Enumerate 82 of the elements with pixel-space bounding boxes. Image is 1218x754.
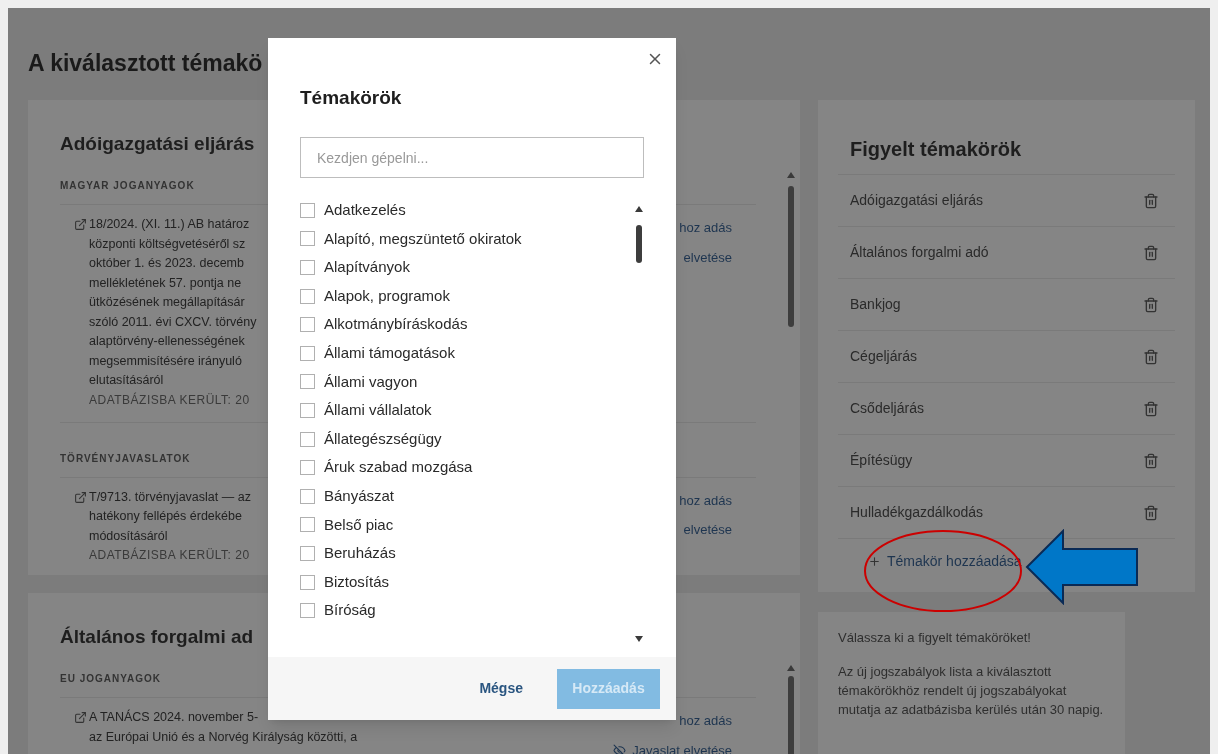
info-text: Az új jogszabályok lista a kiválasztott témakörökhöz rendelt új jogszabályokat mutatja az adatbázisba kerülés után 30 napig.	[838, 662, 1105, 719]
added-date: ADATBÁZISBA KERÜLT: 20	[89, 546, 250, 564]
checkbox[interactable]	[300, 517, 315, 533]
document-title: október 1. és 2023. decemb	[89, 255, 244, 272]
scrollbar-thumb[interactable]	[636, 224, 642, 263]
delete-button[interactable]	[1143, 244, 1159, 261]
topic-option[interactable]: Adatkezelés	[300, 196, 406, 225]
checkbox[interactable]	[300, 431, 315, 447]
document-title: hatékony fellépés érdekébe	[89, 508, 242, 525]
document-title: mellékletének 57. pontja ne	[89, 274, 242, 292]
topic-option[interactable]: Állami támogatások	[300, 338, 455, 368]
topic-option[interactable]: Biztosítás	[300, 567, 390, 597]
section-label: TÖRVÉNYJAVASLATOK	[60, 452, 191, 464]
topic-name: Adóigazgatási eljárás	[850, 191, 984, 210]
document-title: módosításáról	[89, 527, 168, 545]
topic-option[interactable]: Állategészségügy	[300, 424, 442, 454]
delete-button[interactable]	[1143, 348, 1159, 365]
cancel-button[interactable]: Mégse	[479, 678, 523, 699]
section-label: MAGYAR JOGANYAGOK	[60, 180, 195, 191]
document-title: T/9713. törvényjavaslat — az	[89, 488, 251, 506]
scrollbar-thumb[interactable]	[788, 675, 794, 754]
topic-option[interactable]: Alapító, megszüntető okiratok	[300, 224, 522, 254]
checkbox[interactable]	[300, 288, 315, 304]
checkbox[interactable]	[300, 260, 315, 275]
document-title: alaptörvény-ellenességének	[89, 333, 245, 350]
topic-option[interactable]: Alapítványok	[300, 253, 410, 282]
eye-off-icon	[613, 743, 627, 754]
topic-option[interactable]: Állami vagyon	[300, 367, 418, 397]
checkbox[interactable]	[300, 317, 315, 333]
checkbox[interactable]	[300, 460, 315, 476]
section-label: EU JOGANYAGOK	[60, 673, 161, 684]
checkbox[interactable]	[300, 374, 315, 390]
topic-name: Cégeljárás	[850, 347, 917, 366]
scroll-down-arrow-icon[interactable]	[635, 636, 643, 642]
delete-button[interactable]	[1143, 452, 1159, 469]
scrollbar-thumb[interactable]	[788, 186, 794, 328]
external-link-icon[interactable]	[74, 711, 87, 724]
page-title: A kiválasztott témakö	[28, 50, 263, 76]
document-title: az Európai Unió és a Norvég Királyság közötti, a	[89, 728, 358, 746]
added-date: ADATBÁZISBA KERÜLT: 20	[89, 391, 250, 409]
checkbox[interactable]	[300, 345, 315, 361]
delete-button[interactable]	[1143, 296, 1159, 313]
topic-name: Bankjog	[850, 295, 901, 314]
document-title: A TANÁCS 2024. november 5-	[89, 708, 259, 726]
checkbox[interactable]	[300, 574, 315, 590]
document-title: megsemmisítésére irányuló	[89, 352, 242, 370]
scroll-up-arrow-icon[interactable]	[635, 206, 643, 212]
checkbox[interactable]	[300, 202, 315, 218]
checkbox[interactable]	[300, 231, 315, 247]
document-title: 18/2024. (XI. 11.) AB határoz	[89, 216, 250, 233]
external-link-icon[interactable]	[74, 218, 87, 231]
topic-name: Csődeljárás	[850, 399, 924, 418]
checkbox[interactable]	[300, 488, 315, 504]
checkbox[interactable]	[300, 603, 315, 619]
checkbox[interactable]	[300, 545, 315, 561]
document-title: elutasításáról	[89, 372, 164, 389]
topic-option[interactable]: Bíróság	[300, 596, 376, 625]
dialog-title: Témakörök	[300, 86, 403, 110]
info-heading: Válassza ki a figyelt témaköröket!	[838, 629, 1032, 647]
topic-option[interactable]: Belső piac	[300, 510, 394, 540]
search-field[interactable]: Kezdjen gépelni...	[300, 137, 644, 178]
delete-button[interactable]	[1143, 192, 1159, 209]
topic-name: Építésügy	[850, 451, 913, 470]
panel-title: Figyelt témakörök	[850, 138, 1022, 160]
topic-option[interactable]: Alapok, programok	[300, 281, 450, 311]
topic-name: Hulladékgazdálkodás	[850, 503, 984, 522]
delete-button[interactable]	[1143, 400, 1159, 417]
topic-option[interactable]: Bányászat	[300, 481, 395, 511]
document-title: központi költségvetéséről sz	[89, 235, 246, 253]
document-title: szóló 2011. évi CXCV. törvény	[89, 313, 257, 331]
plus-icon	[868, 555, 881, 568]
topic-option[interactable]: Alkotmánybíráskodás	[300, 310, 468, 339]
topic-name: Általános forgalmi adó	[850, 243, 989, 262]
checkbox[interactable]	[300, 402, 315, 418]
topic-option[interactable]: Áruk szabad mozgása	[300, 453, 473, 482]
delete-button[interactable]	[1143, 504, 1159, 521]
external-link-icon[interactable]	[74, 490, 87, 504]
topic-option[interactable]: Beruházás	[300, 539, 396, 568]
card-title: Adóigazgatási eljárás	[60, 132, 255, 156]
topic-option[interactable]: Állami vállalatok	[300, 396, 432, 425]
document-title: ütközésének megállapításár	[89, 294, 245, 311]
card-title: Általános forgalmi ad	[60, 625, 254, 649]
